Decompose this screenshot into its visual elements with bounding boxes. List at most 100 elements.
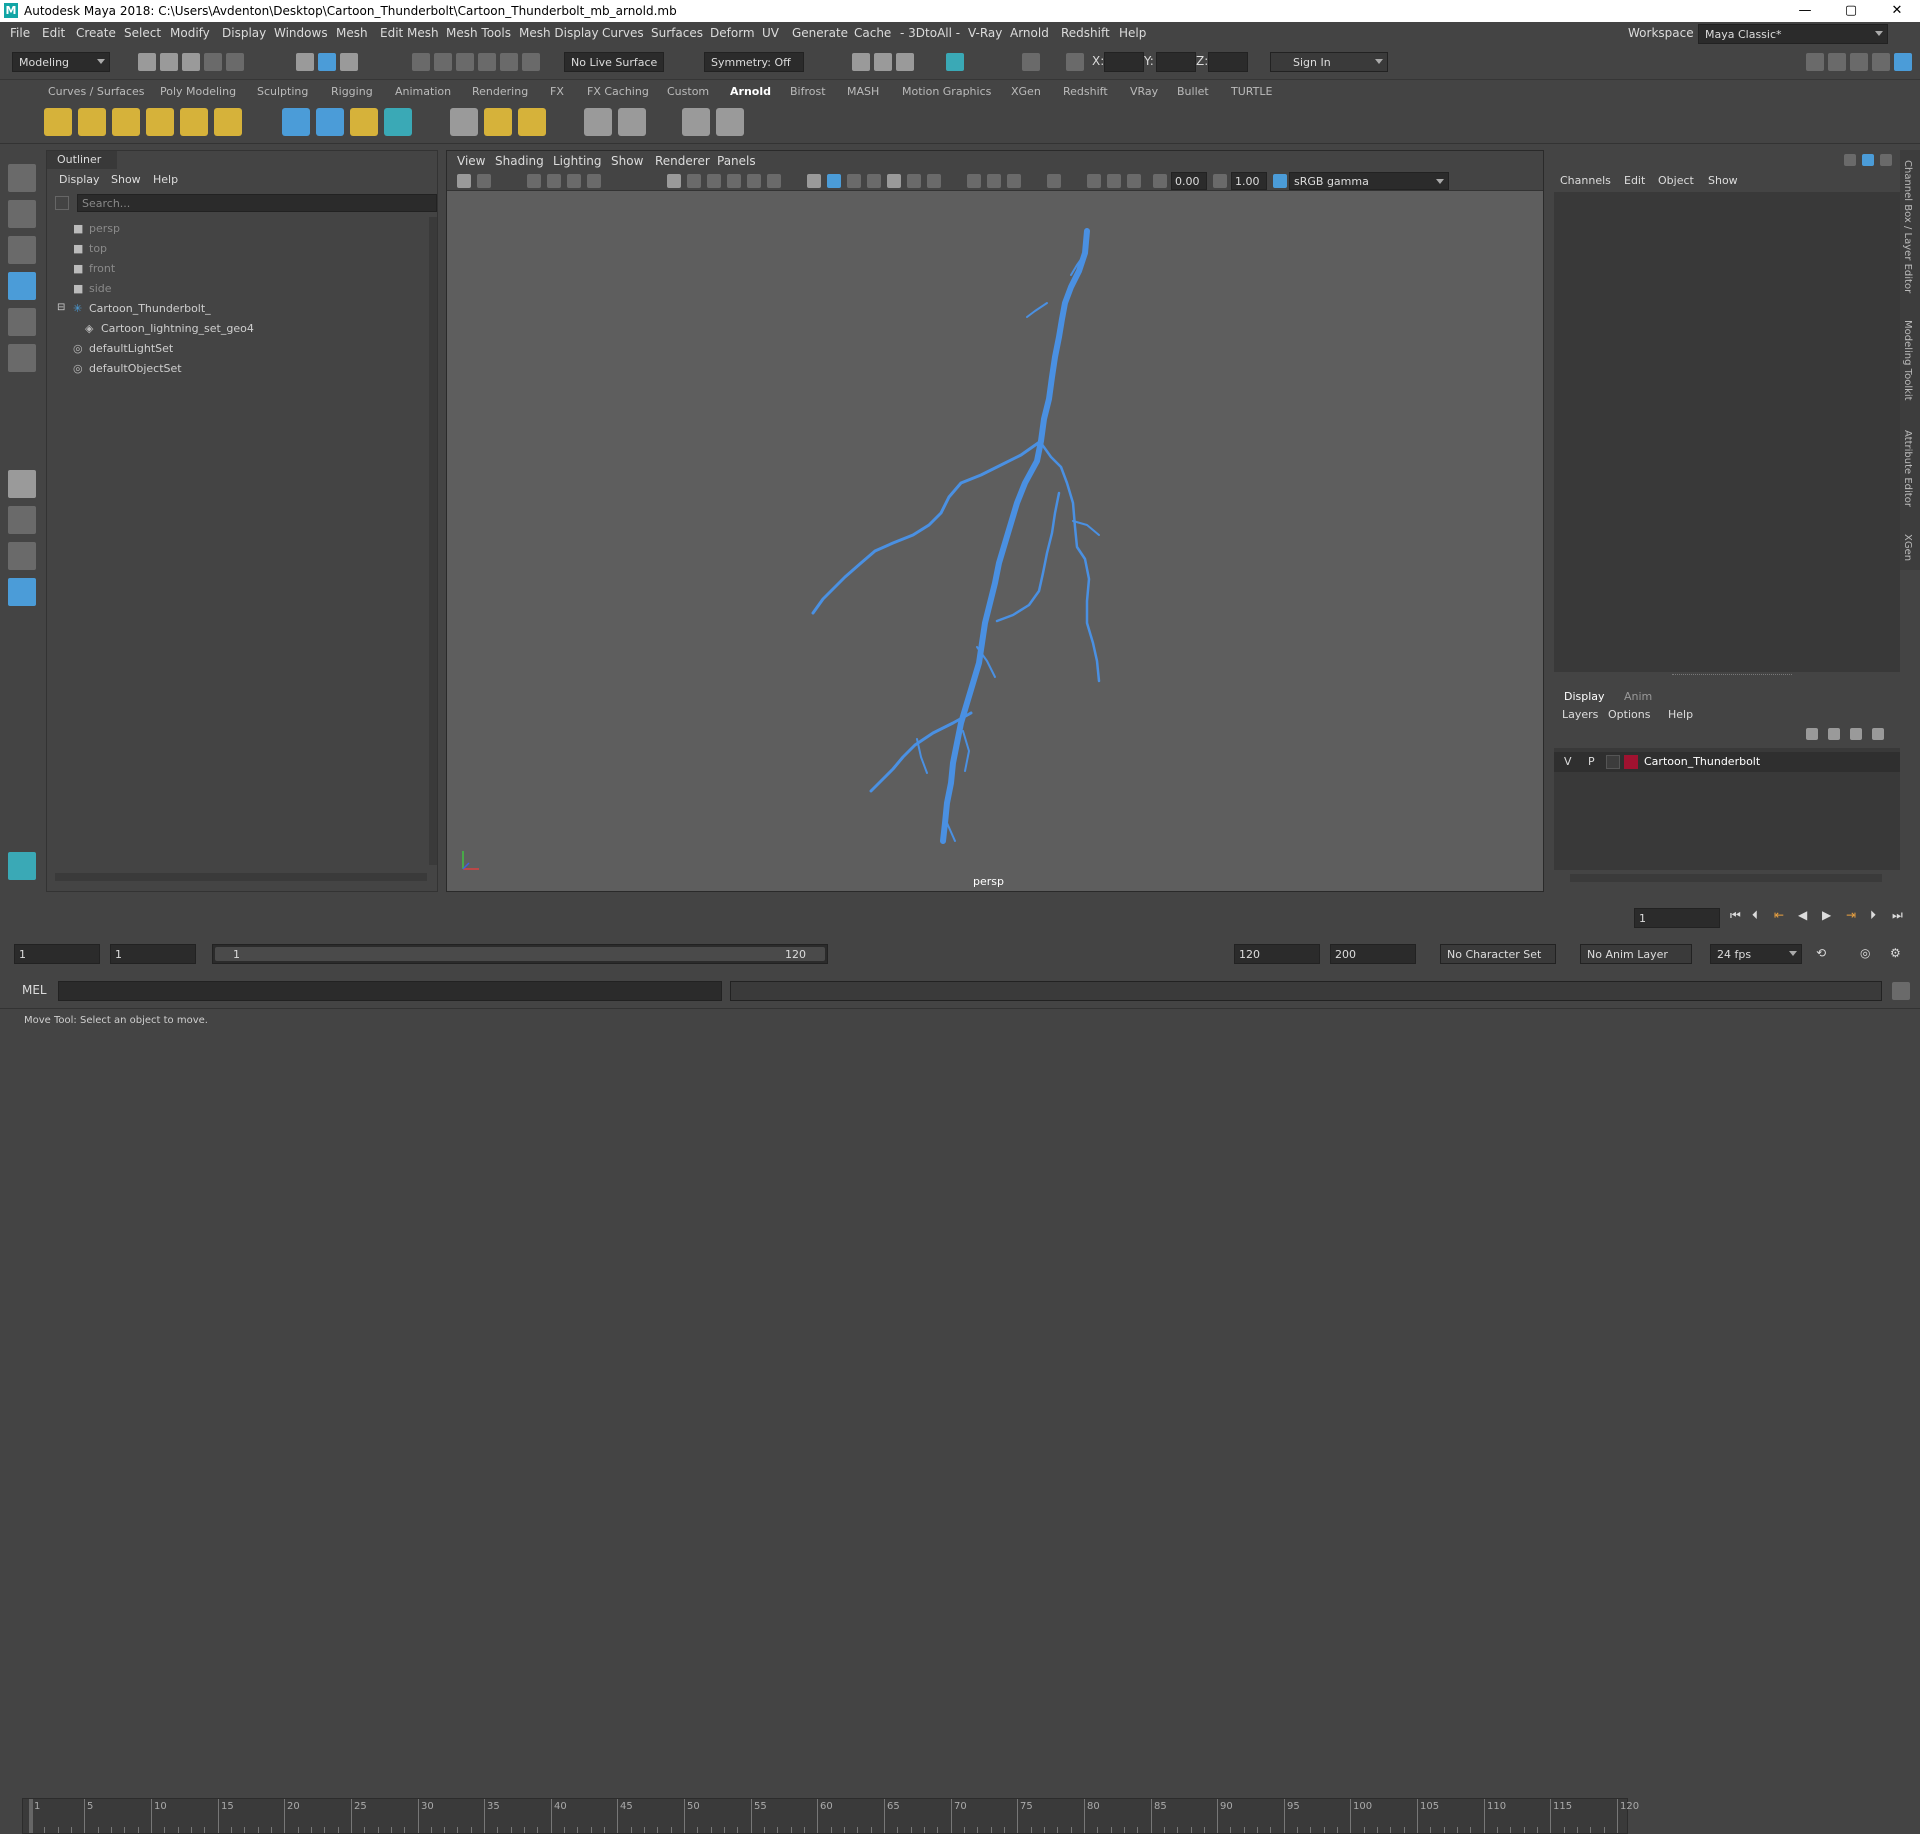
channels-menu-show[interactable]: Show [1708, 174, 1738, 187]
attribute-editor-icon[interactable] [1806, 53, 1824, 71]
tx-manager-icon[interactable] [450, 108, 478, 136]
channels-menu-object[interactable]: Object [1658, 174, 1694, 187]
layers-menu-layers[interactable]: Layers [1562, 708, 1598, 721]
layers-tab-anim[interactable]: Anim [1624, 690, 1652, 703]
menu-uv[interactable]: UV [762, 26, 779, 40]
range-slider-track[interactable]: 1 120 [212, 944, 828, 964]
single-view-layout-icon[interactable] [8, 470, 36, 498]
menu-windows[interactable]: Windows [274, 26, 328, 40]
menu-edit[interactable]: Edit [42, 26, 65, 40]
select-object-icon[interactable] [318, 53, 336, 71]
channel-box-area[interactable] [1554, 192, 1900, 672]
layers-tab-display[interactable]: Display [1564, 690, 1605, 703]
area-light-icon[interactable] [44, 108, 72, 136]
layer-horizontal-scrollbar[interactable] [1570, 874, 1882, 882]
redo-icon[interactable] [226, 53, 244, 71]
current-time-indicator[interactable] [29, 1799, 33, 1833]
arnold-render-icon[interactable] [946, 53, 964, 71]
play-backwards-icon[interactable]: ◀ [1798, 908, 1807, 922]
snap-grid-icon[interactable] [412, 53, 430, 71]
shelf-tab-rendering[interactable]: Rendering [472, 85, 528, 98]
channel-box-icon[interactable] [1844, 154, 1856, 166]
layer-row[interactable]: V P Cartoon_Thunderbolt [1554, 752, 1900, 772]
filter-icon[interactable] [55, 196, 69, 210]
save-scene-icon[interactable] [182, 53, 200, 71]
render-frame-icon[interactable] [852, 53, 870, 71]
outliner-item[interactable]: ◈ Cartoon_lightning_set_geo4 [47, 319, 427, 339]
exposure-icon[interactable] [1153, 174, 1167, 188]
safe-action-icon[interactable] [767, 174, 781, 188]
grid-icon[interactable] [667, 174, 681, 188]
layer-type-toggle[interactable] [1606, 755, 1620, 769]
tool-settings-icon[interactable] [1828, 53, 1846, 71]
channels-menu-edit[interactable]: Edit [1624, 174, 1645, 187]
layer-editor-icon[interactable] [1862, 154, 1874, 166]
outliner-tab[interactable]: Outliner [47, 151, 117, 169]
outliner-menu-display[interactable]: Display [59, 173, 100, 186]
layer-color-swatch[interactable] [1624, 755, 1638, 769]
render-sequence-icon[interactable] [874, 53, 892, 71]
menu-generate[interactable]: Generate [792, 26, 848, 40]
channels-menu-channels[interactable]: Channels [1560, 174, 1611, 187]
light-editor-icon[interactable] [518, 108, 546, 136]
outliner-menu-help[interactable]: Help [153, 173, 178, 186]
outliner-vertical-scrollbar[interactable] [429, 217, 437, 865]
playback-start-field[interactable]: 1 [110, 944, 196, 964]
menu-file[interactable]: File [10, 26, 30, 40]
snap-surface-icon[interactable] [500, 53, 518, 71]
menu-deform[interactable]: Deform [710, 26, 755, 40]
playback-end-field[interactable]: 120 [1234, 944, 1320, 964]
gamma-field[interactable]: 1.00 [1231, 172, 1267, 190]
xray-joints-icon[interactable] [1107, 174, 1121, 188]
field-chart-icon[interactable] [747, 174, 761, 188]
physical-sky-icon[interactable] [214, 108, 242, 136]
gamma-icon[interactable] [1213, 174, 1227, 188]
step-back-key-icon[interactable]: ⇤ [1774, 908, 1784, 922]
side-tab-modeling-toolkit[interactable]: Modeling Toolkit [1902, 320, 1913, 401]
arnold-renderview-icon[interactable] [682, 108, 710, 136]
step-back-frame-icon[interactable]: ⏴ [1752, 908, 1758, 923]
ipr-render-icon[interactable] [896, 53, 914, 71]
animation-start-field[interactable]: 1 [14, 944, 100, 964]
paint-select-tool-icon[interactable] [8, 236, 36, 264]
viewport-menu-panels[interactable]: Panels [717, 154, 756, 168]
outliner-layout-icon[interactable] [8, 578, 36, 606]
shelf-tab-redshift[interactable]: Redshift [1063, 85, 1108, 98]
step-forward-key-icon[interactable]: ⇥ [1846, 908, 1856, 922]
undo-icon[interactable] [204, 53, 222, 71]
xray-icon[interactable] [1087, 174, 1101, 188]
time-ruler[interactable]: 1 5 10 15 20 25 30 35 40 45 50 55 60 65 70 75 80 85 90 95 10… [22, 1798, 1639, 1834]
depth-of-field-icon[interactable] [1007, 174, 1021, 188]
render-view-icon[interactable] [618, 108, 646, 136]
viewport-menu-renderer[interactable]: Renderer [655, 154, 710, 168]
layers-menu-options[interactable]: Options [1608, 708, 1650, 721]
menu-mesh-tools[interactable]: Mesh Tools [446, 26, 511, 40]
lasso-tool-icon[interactable] [8, 200, 36, 228]
layer-name[interactable]: Cartoon_Thunderbolt [1644, 755, 1760, 768]
pause-icon[interactable] [1022, 53, 1040, 71]
shelf-tab-fx[interactable]: FX [550, 85, 564, 98]
modeling-toolkit-icon[interactable] [1850, 53, 1868, 71]
menu-create[interactable]: Create [76, 26, 116, 40]
flush-cache-icon[interactable] [384, 108, 412, 136]
shelf-tab-curves-surfaces[interactable]: Curves / Surfaces [48, 85, 145, 98]
viewport-menu-show[interactable]: Show [611, 154, 643, 168]
menu-curves[interactable]: Curves [602, 26, 644, 40]
go-to-start-icon[interactable]: ⏮ [1730, 908, 1741, 923]
snap-view-icon[interactable] [478, 53, 496, 71]
exposure-field[interactable]: 0.00 [1171, 172, 1207, 190]
standin-icon[interactable] [282, 108, 310, 136]
go-to-end-icon[interactable]: ⏭ [1892, 908, 1903, 923]
snap-curve-icon[interactable] [434, 53, 452, 71]
render-setup-icon[interactable] [584, 108, 612, 136]
photometric-light-icon[interactable] [112, 108, 140, 136]
shelf-tab-vray[interactable]: VRay [1130, 85, 1158, 98]
command-input[interactable] [58, 981, 722, 1001]
wireframe-on-shaded-icon[interactable] [847, 174, 861, 188]
minimize-button[interactable]: — [1782, 0, 1828, 22]
shelf-tab-poly-modeling[interactable]: Poly Modeling [160, 85, 236, 98]
mode-dropdown[interactable]: Modeling [12, 52, 110, 72]
workspace-dropdown[interactable]: Maya Classic* [1698, 24, 1888, 44]
menu-surfaces[interactable]: Surfaces [651, 26, 703, 40]
outliner-item[interactable]: ◎ defaultLightSet [47, 339, 427, 359]
